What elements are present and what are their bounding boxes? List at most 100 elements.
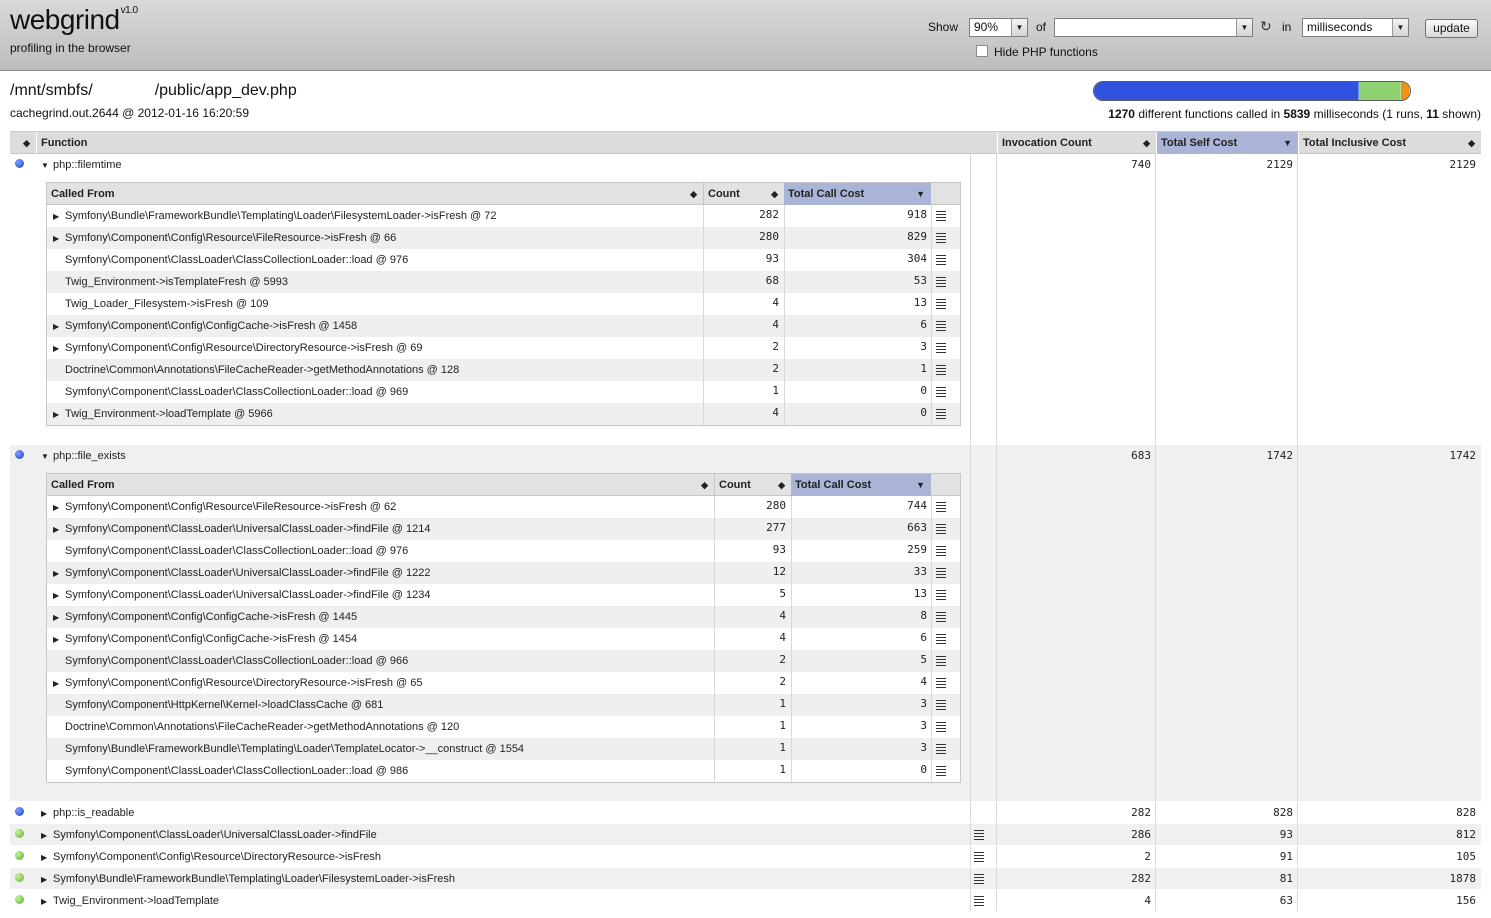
header-count[interactable]: Count ◆ xyxy=(714,474,791,496)
file-link-icon[interactable] xyxy=(974,852,984,862)
caller-row[interactable]: ▶ Symfony\Component\Config\ConfigCache->i… xyxy=(47,315,960,337)
expanded-arrow-icon[interactable]: ▼ xyxy=(41,452,49,461)
caller-name-text[interactable]: Symfony\Bundle\FrameworkBundle\Templatin… xyxy=(65,743,524,755)
caller-row[interactable]: ▶ Symfony\Component\ClassLoader\Universal… xyxy=(47,518,960,540)
collapsed-arrow-icon[interactable]: ▶ xyxy=(41,897,47,906)
function-row[interactable]: ▶ php::is_readable 282 828 828 xyxy=(10,802,1481,824)
header-total-call-cost[interactable]: Total Call Cost ▼ xyxy=(791,474,931,496)
caller-name-text[interactable]: Symfony\Component\ClassLoader\ClassColle… xyxy=(65,386,408,398)
function-row[interactable]: ▶ Symfony\Bundle\FrameworkBundle\Templati… xyxy=(10,868,1481,890)
caller-name[interactable]: ▶ Symfony\Component\Config\Resource\FileR… xyxy=(53,227,396,250)
caller-name[interactable]: Symfony\Component\HttpKernel\Kernel->loa… xyxy=(53,694,383,716)
caller-name[interactable]: ▶ Symfony\Component\Config\Resource\FileR… xyxy=(53,496,396,519)
function-row[interactable]: ▼ php::file_exists 683 1742 1742 Called From ◆… xyxy=(10,445,1481,802)
app-logo[interactable]: webgrindv1.0 xyxy=(10,4,138,36)
caller-name[interactable]: Symfony\Bundle\FrameworkBundle\Templatin… xyxy=(53,738,524,760)
caller-row[interactable]: Symfony\Component\ClassLoader\ClassColle… xyxy=(47,760,960,782)
caller-row[interactable]: ▶ Symfony\Component\Config\ConfigCache->i… xyxy=(47,606,960,628)
header-invocation[interactable]: Invocation Count ◆ xyxy=(997,132,1156,154)
caller-row[interactable]: ▶ Symfony\Component\Config\Resource\FileR… xyxy=(47,496,960,518)
function-row[interactable]: ▼ php::filemtime 740 2129 2129 Called From ◆ Co… xyxy=(10,154,1481,445)
function-name-text[interactable]: Twig_Environment->loadTemplate xyxy=(53,895,219,907)
caller-row[interactable]: Symfony\Component\ClassLoader\ClassColle… xyxy=(47,540,960,562)
caller-name-text[interactable]: Twig_Environment->isTemplateFresh @ 5993 xyxy=(65,276,288,288)
file-link-icon[interactable] xyxy=(974,896,984,906)
caller-name[interactable]: ▶ Symfony\Component\Config\Resource\Direc… xyxy=(53,337,423,360)
file-link-icon[interactable] xyxy=(936,744,946,754)
caller-row[interactable]: ▶ Symfony\Bundle\FrameworkBundle\Templati… xyxy=(47,205,960,227)
function-name[interactable]: ▶ Symfony\Bundle\FrameworkBundle\Templati… xyxy=(41,873,455,885)
function-row[interactable]: ▶ Twig_Environment->loadTemplate 4 63 156 xyxy=(10,890,1481,912)
caller-name[interactable]: ▶ Symfony\Component\Config\Resource\Direc… xyxy=(53,672,423,695)
file-link-icon[interactable] xyxy=(936,766,946,776)
hide-php-label[interactable]: Hide PHP functions xyxy=(994,45,1098,59)
function-name-text[interactable]: php::is_readable xyxy=(53,807,134,819)
file-link-icon[interactable] xyxy=(936,277,946,287)
collapsed-arrow-icon[interactable]: ▶ xyxy=(53,629,59,651)
collapsed-arrow-icon[interactable]: ▶ xyxy=(53,206,59,228)
percent-select[interactable]: 90% ▼ xyxy=(969,18,1028,37)
collapsed-arrow-icon[interactable]: ▶ xyxy=(53,607,59,629)
collapsed-arrow-icon[interactable]: ▶ xyxy=(41,831,47,840)
collapsed-arrow-icon[interactable]: ▶ xyxy=(41,875,47,884)
caller-row[interactable]: Symfony\Component\ClassLoader\ClassColle… xyxy=(47,249,960,271)
header-called-from[interactable]: Called From ◆ xyxy=(47,474,714,496)
caller-name[interactable]: Symfony\Component\ClassLoader\ClassColle… xyxy=(53,249,408,271)
caller-row[interactable]: Symfony\Component\ClassLoader\ClassColle… xyxy=(47,381,960,403)
caller-name[interactable]: ▶ Symfony\Component\Config\ConfigCache->i… xyxy=(53,606,357,629)
collapsed-arrow-icon[interactable]: ▶ xyxy=(53,519,59,541)
caller-name[interactable]: Twig_Loader_Filesystem->isFresh @ 109 xyxy=(53,293,268,315)
update-button[interactable]: update xyxy=(1425,19,1478,38)
function-name-text[interactable]: php::filemtime xyxy=(53,159,121,171)
function-name[interactable]: ▶ Symfony\Component\ClassLoader\Universal… xyxy=(41,829,377,841)
file-link-icon[interactable] xyxy=(936,321,946,331)
caller-name-text[interactable]: Twig_Loader_Filesystem->isFresh @ 109 xyxy=(65,298,268,310)
file-link-icon[interactable] xyxy=(936,233,946,243)
file-link-icon[interactable] xyxy=(936,634,946,644)
header-called-from[interactable]: Called From ◆ xyxy=(47,183,703,205)
caller-name-text[interactable]: Twig_Environment->loadTemplate @ 5966 xyxy=(65,408,273,420)
caller-row[interactable]: ▶ Symfony\Component\Config\Resource\Direc… xyxy=(47,672,960,694)
caller-name-text[interactable]: Symfony\Component\ClassLoader\ClassColle… xyxy=(65,545,408,557)
file-link-icon[interactable] xyxy=(936,568,946,578)
caller-row[interactable]: Symfony\Component\HttpKernel\Kernel->loa… xyxy=(47,694,960,716)
caller-row[interactable]: Doctrine\Common\Annotations\FileCacheRea… xyxy=(47,716,960,738)
collapsed-arrow-icon[interactable]: ▶ xyxy=(53,585,59,607)
caller-name[interactable]: ▶ Symfony\Component\ClassLoader\Universal… xyxy=(53,562,431,585)
caller-name-text[interactable]: Symfony\Component\ClassLoader\UniversalC… xyxy=(65,589,431,601)
caller-name-text[interactable]: Doctrine\Common\Annotations\FileCacheRea… xyxy=(65,721,459,733)
caller-name-text[interactable]: Symfony\Component\Config\ConfigCache->is… xyxy=(65,320,357,332)
caller-name-text[interactable]: Symfony\Component\ClassLoader\UniversalC… xyxy=(65,567,431,579)
unit-select[interactable]: milliseconds ▼ xyxy=(1302,18,1409,37)
caller-row[interactable]: ▶ Symfony\Component\Config\ConfigCache->i… xyxy=(47,628,960,650)
file-link-icon[interactable] xyxy=(936,722,946,732)
caller-name[interactable]: ▶ Symfony\Component\ClassLoader\Universal… xyxy=(53,584,431,607)
file-link-icon[interactable] xyxy=(936,546,946,556)
caller-name[interactable]: Twig_Environment->isTemplateFresh @ 5993 xyxy=(53,271,288,293)
collapsed-arrow-icon[interactable]: ▶ xyxy=(53,404,59,426)
caller-name[interactable]: ▶ Symfony\Component\Config\ConfigCache->i… xyxy=(53,315,357,338)
caller-row[interactable]: ▶ Symfony\Component\Config\Resource\FileR… xyxy=(47,227,960,249)
file-link-icon[interactable] xyxy=(936,590,946,600)
file-select[interactable]: ▼ xyxy=(1054,18,1253,37)
file-link-icon[interactable] xyxy=(936,524,946,534)
caller-name-text[interactable]: Symfony\Component\HttpKernel\Kernel->loa… xyxy=(65,699,383,711)
caller-name-text[interactable]: Doctrine\Common\Annotations\FileCacheRea… xyxy=(65,364,459,376)
collapsed-arrow-icon[interactable]: ▶ xyxy=(53,673,59,695)
function-row[interactable]: ▶ Symfony\Component\Config\Resource\Direc… xyxy=(10,846,1481,868)
collapsed-arrow-icon[interactable]: ▶ xyxy=(53,316,59,338)
header-count[interactable]: Count ◆ xyxy=(703,183,784,205)
caller-name-text[interactable]: Symfony\Component\ClassLoader\ClassColle… xyxy=(65,655,408,667)
file-link-icon[interactable] xyxy=(936,387,946,397)
collapsed-arrow-icon[interactable]: ▶ xyxy=(53,563,59,585)
collapsed-arrow-icon[interactable]: ▶ xyxy=(53,338,59,360)
caller-name[interactable]: Symfony\Component\ClassLoader\ClassColle… xyxy=(53,540,408,562)
caller-row[interactable]: ▶ Symfony\Component\Config\Resource\Direc… xyxy=(47,337,960,359)
collapsed-arrow-icon[interactable]: ▶ xyxy=(53,497,59,519)
function-row[interactable]: ▶ Symfony\Component\ClassLoader\Universal… xyxy=(10,824,1481,846)
caller-name[interactable]: ▶ Symfony\Component\Config\ConfigCache->i… xyxy=(53,628,357,651)
file-link-icon[interactable] xyxy=(936,211,946,221)
hide-php-checkbox[interactable] xyxy=(976,45,988,57)
caller-name[interactable]: Symfony\Component\ClassLoader\ClassColle… xyxy=(53,650,408,672)
function-name-text[interactable]: Symfony\Component\Config\Resource\Direct… xyxy=(53,851,381,863)
